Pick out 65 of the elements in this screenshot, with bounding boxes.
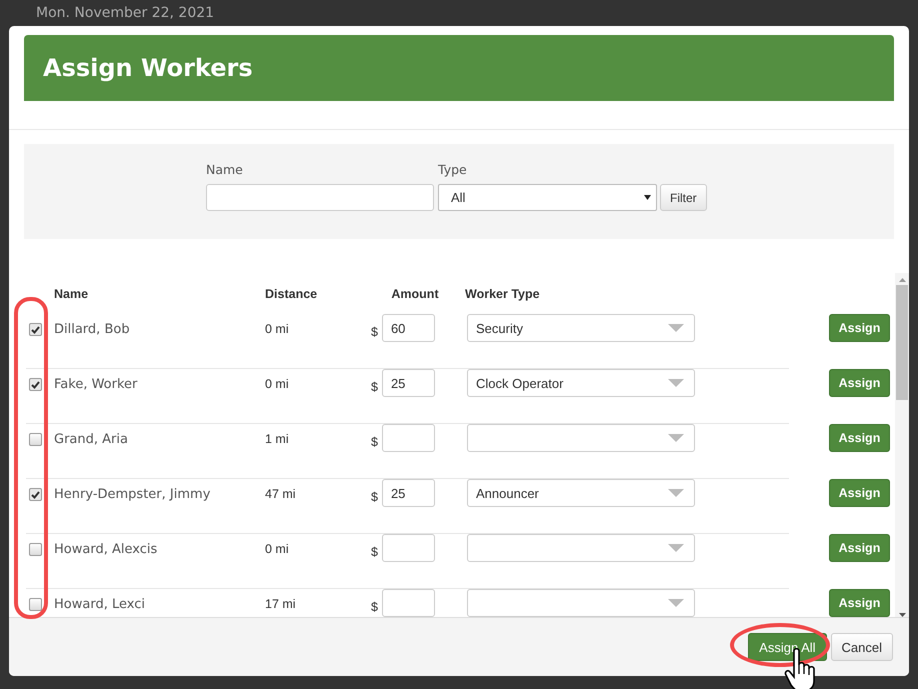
- row-checkbox[interactable]: [29, 598, 42, 611]
- column-header: Amount: [390, 287, 440, 301]
- currency-sign: $: [371, 545, 378, 561]
- worker-name: Howard, Alexcis: [54, 541, 158, 557]
- worker-type-select[interactable]: Announcer: [467, 479, 695, 507]
- assign-button[interactable]: Assign: [829, 534, 890, 562]
- column-header: Worker Type: [465, 287, 541, 301]
- name-label: Name: [206, 162, 244, 177]
- worker-name: Fake, Worker: [54, 376, 138, 392]
- assign-button[interactable]: Assign: [829, 479, 890, 507]
- distance-cell-text: 0 mi: [265, 321, 290, 336]
- name-input-field[interactable]: [206, 184, 434, 211]
- page-date-heading: Mon. November 22, 2021: [36, 4, 214, 22]
- distance-cell-text: 1 mi: [265, 431, 290, 446]
- currency-sign: $: [371, 490, 378, 506]
- worker-type-select[interactable]: Security: [467, 314, 695, 342]
- currency-sign: $: [371, 380, 378, 396]
- column-header: Distance: [265, 287, 318, 301]
- currency-sign: $: [371, 435, 378, 451]
- dropdown-arrow-icon: [644, 195, 651, 200]
- currency-sign: $: [371, 600, 378, 616]
- dropdown-arrow-icon: [668, 324, 684, 332]
- scrollbar[interactable]: [895, 273, 909, 617]
- type-select[interactable]: All: [438, 184, 657, 211]
- distance-cell-text: 17 mi: [265, 596, 297, 611]
- scroll-down-arrow-icon[interactable]: [898, 613, 906, 617]
- dropdown-arrow-icon: [668, 379, 684, 387]
- type-label: Type: [438, 162, 468, 177]
- row-checkbox[interactable]: [29, 543, 42, 556]
- worker-name: Dillard, Bob: [54, 321, 131, 337]
- cancel-button[interactable]: Cancel: [830, 633, 893, 661]
- assign-button[interactable]: Assign: [829, 589, 890, 617]
- currency-sign: $: [371, 325, 378, 341]
- assign-button[interactable]: Assign: [829, 369, 890, 397]
- amount-input-field[interactable]: 25: [382, 369, 435, 397]
- column-header: Name: [54, 287, 90, 301]
- filter-button[interactable]: Filter: [660, 184, 707, 211]
- worker-name: Grand, Aria: [54, 431, 129, 447]
- amount-input-field[interactable]: [382, 424, 435, 452]
- row-checkbox[interactable]: [29, 378, 42, 391]
- distance-cell-text: 47 mi: [265, 486, 297, 501]
- worker-type-select[interactable]: [467, 424, 695, 452]
- amount-input-field[interactable]: [382, 589, 435, 617]
- distance-cell-text: 0 mi: [265, 376, 290, 391]
- distance-cell-text: 0 mi: [265, 541, 290, 556]
- dropdown-arrow-icon: [668, 489, 684, 497]
- assign-all-button[interactable]: Assign All: [748, 633, 827, 661]
- dialog-title: Assign Workers: [43, 54, 253, 82]
- amount-input-field[interactable]: 25: [382, 479, 435, 507]
- assign-button[interactable]: Assign: [829, 424, 890, 452]
- dropdown-arrow-icon: [668, 544, 684, 552]
- row-checkbox[interactable]: [29, 488, 42, 501]
- amount-input-field[interactable]: [382, 534, 435, 562]
- worker-name: Henry-Dempster, Jimmy: [54, 486, 212, 502]
- amount-input-field[interactable]: 60: [382, 314, 435, 342]
- worker-type-select[interactable]: [467, 534, 695, 562]
- worker-type-select[interactable]: Clock Operator: [467, 369, 695, 397]
- scroll-up-arrow-icon[interactable]: [898, 278, 906, 282]
- row-checkbox[interactable]: [29, 323, 42, 336]
- worker-type-select[interactable]: [467, 589, 695, 617]
- assign-button[interactable]: Assign: [829, 314, 890, 342]
- row-checkbox[interactable]: [29, 433, 42, 446]
- worker-name: Howard, Lexci: [54, 596, 146, 612]
- dropdown-arrow-icon: [668, 599, 684, 607]
- dropdown-arrow-icon: [668, 434, 684, 442]
